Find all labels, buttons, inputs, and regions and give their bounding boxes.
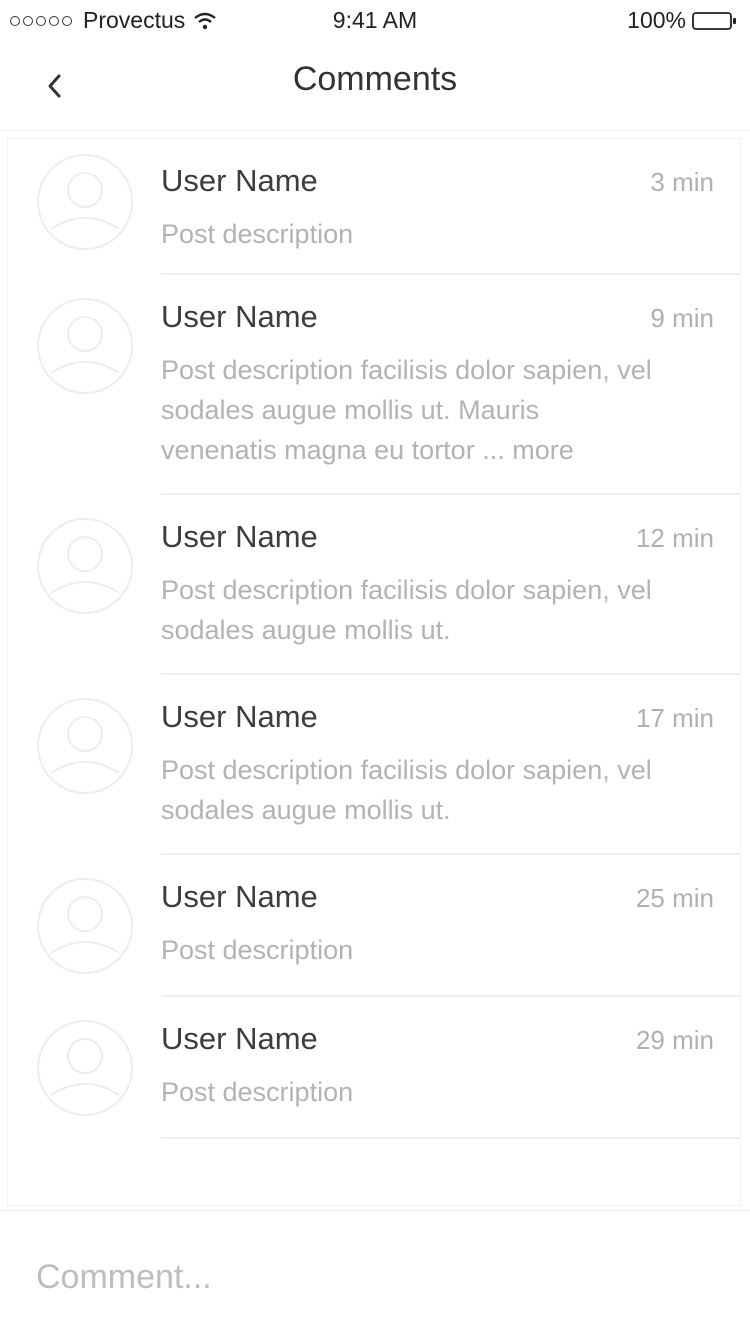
comment-text-wrapper: Post description — [161, 1072, 661, 1112]
comment-text: Post description facilisis dolor sapien,… — [161, 355, 652, 465]
avatar-placeholder-icon[interactable] — [36, 297, 134, 400]
more-link[interactable]: more — [512, 435, 574, 465]
comment-row[interactable]: User Name 17 min Post description facilisi… — [8, 675, 740, 855]
comment-input[interactable] — [34, 1253, 718, 1301]
comment-row[interactable]: User Name 25 min Post description — [8, 855, 740, 997]
comment-row[interactable]: User Name 3 min Post description — [8, 139, 740, 275]
comment-body: User Name 29 min Post description — [161, 997, 740, 1139]
comment-text-wrapper: Post description — [161, 930, 661, 970]
comment-row[interactable]: User Name 12 min Post description facilisi… — [8, 495, 740, 675]
comment-text: Post description — [161, 935, 354, 965]
status-right: 100% — [627, 7, 738, 34]
comments-list[interactable]: User Name 3 min Post description User Name… — [7, 138, 741, 1206]
comment-text: Post description facilisis dolor sapien,… — [161, 755, 652, 825]
comment-user-name[interactable]: User Name — [161, 879, 318, 915]
comments-rows: User Name 3 min Post description User Name… — [8, 139, 740, 1139]
comment-body: User Name 9 min Post description facilisis… — [161, 275, 740, 495]
comment-composer — [0, 1210, 750, 1334]
comment-text-wrapper: Post description facilisis dolor sapien,… — [161, 750, 661, 830]
comment-text-wrapper: Post description facilisis dolor sapien,… — [161, 570, 661, 650]
battery-percent: 100% — [627, 7, 686, 33]
comment-body: User Name 12 min Post description facilisi… — [161, 495, 740, 675]
comment-text: Post description facilisis dolor sapien,… — [161, 575, 652, 645]
avatar-placeholder-icon[interactable] — [36, 697, 134, 800]
comment-user-name[interactable]: User Name — [161, 163, 318, 199]
comment-user-name[interactable]: User Name — [161, 299, 318, 335]
comment-time: 12 min — [635, 523, 714, 553]
comment-body: User Name 3 min Post description — [161, 139, 740, 275]
avatar-placeholder-icon[interactable] — [36, 153, 134, 256]
comment-time: 29 min — [635, 1025, 714, 1055]
comment-row[interactable]: User Name 9 min Post description facilisis… — [8, 275, 740, 495]
comment-user-name[interactable]: User Name — [161, 1021, 318, 1057]
avatar-placeholder-icon[interactable] — [36, 517, 134, 620]
comment-time: 3 min — [650, 167, 714, 197]
comment-user-name[interactable]: User Name — [161, 519, 318, 555]
avatar-placeholder-icon[interactable] — [36, 1019, 134, 1122]
battery-icon — [692, 11, 736, 30]
comment-user-name[interactable]: User Name — [161, 699, 318, 735]
comment-time: 25 min — [635, 883, 714, 913]
comment-time: 17 min — [635, 703, 714, 733]
page-title: Comments — [292, 60, 458, 98]
comment-body: User Name 17 min Post description facilisi… — [161, 675, 740, 855]
comment-row[interactable]: User Name 29 min Post description — [8, 997, 740, 1139]
comment-text-wrapper: Post description — [161, 214, 661, 254]
comment-time: 9 min — [650, 303, 714, 333]
comment-text-wrapper: Post description facilisis dolor sapien,… — [161, 350, 661, 470]
avatar-placeholder-icon[interactable] — [36, 877, 134, 980]
comment-text: Post description — [161, 1077, 354, 1107]
status-bar: Provectus 9:41 AM 100% — [0, 0, 750, 40]
comment-body: User Name 25 min Post description — [161, 855, 740, 997]
comment-text: Post description — [161, 219, 354, 249]
navigation-bar: Comments — [0, 40, 750, 131]
